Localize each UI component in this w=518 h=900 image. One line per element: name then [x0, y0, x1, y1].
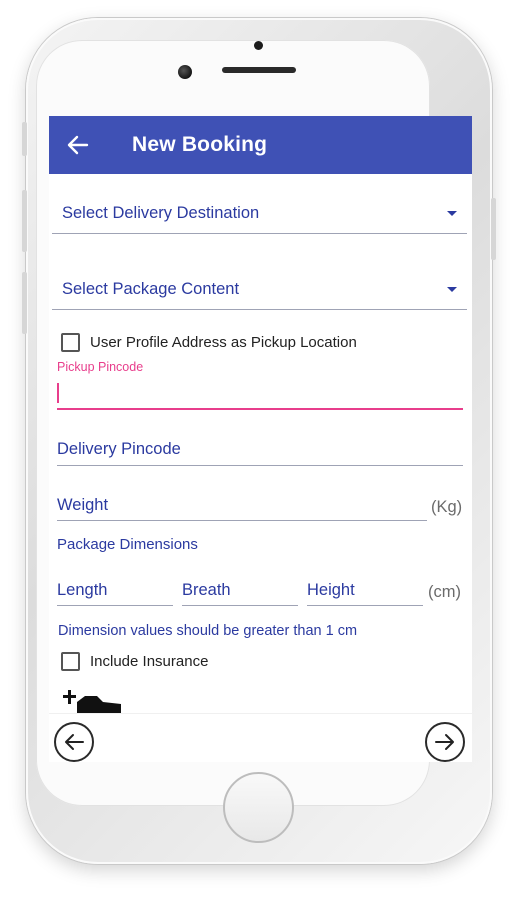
profile-address-checkbox[interactable]: [61, 333, 80, 352]
power-button: [491, 198, 496, 260]
dimension-unit: (cm): [428, 583, 461, 601]
package-content-select[interactable]: Select Package Content: [52, 270, 467, 310]
bottom-nav-bar: [49, 713, 472, 762]
pickup-pincode-label: Pickup Pincode: [57, 360, 144, 374]
package-dimensions-label: Package Dimensions: [57, 536, 198, 553]
front-camera: [178, 65, 192, 79]
dropdown-caret-icon: [447, 211, 457, 216]
delivery-destination-label: Select Delivery Destination: [62, 204, 260, 222]
page-title: New Booking: [132, 133, 268, 156]
delivery-pincode-input[interactable]: [57, 434, 463, 466]
earpiece-speaker: [222, 67, 296, 73]
pickup-pincode-input[interactable]: [57, 378, 463, 410]
include-insurance-checkbox[interactable]: [61, 652, 80, 671]
proximity-sensor: [254, 41, 263, 50]
volume-up-button: [22, 190, 27, 252]
volume-down-button: [22, 272, 27, 334]
breath-input[interactable]: [182, 576, 298, 606]
weight-input[interactable]: [57, 491, 427, 521]
include-insurance-checkbox-row[interactable]: Include Insurance: [61, 652, 208, 671]
package-content-label: Select Package Content: [62, 280, 240, 298]
delivery-destination-select[interactable]: Select Delivery Destination: [52, 194, 467, 234]
dimension-hint: Dimension values should be greater than …: [58, 623, 358, 639]
circle-arrow-left-icon[interactable]: [54, 722, 94, 762]
profile-address-checkbox-row[interactable]: User Profile Address as Pickup Location: [61, 333, 357, 352]
length-input[interactable]: [57, 576, 173, 606]
text-cursor: [57, 383, 59, 403]
mute-switch: [22, 122, 27, 156]
dropdown-caret-icon: [447, 287, 457, 292]
app-bar: New Booking: [49, 116, 472, 174]
circle-arrow-right-icon[interactable]: [425, 722, 465, 762]
insurance-vehicle-icon: [63, 688, 123, 714]
height-input[interactable]: [307, 576, 423, 606]
weight-unit: (Kg): [431, 498, 463, 516]
profile-address-label: User Profile Address as Pickup Location: [90, 334, 357, 351]
include-insurance-label: Include Insurance: [90, 653, 209, 670]
home-button: [223, 772, 294, 843]
app-screen: New Booking Select Delivery Destination …: [49, 116, 472, 762]
arrow-left-icon[interactable]: [65, 133, 91, 157]
